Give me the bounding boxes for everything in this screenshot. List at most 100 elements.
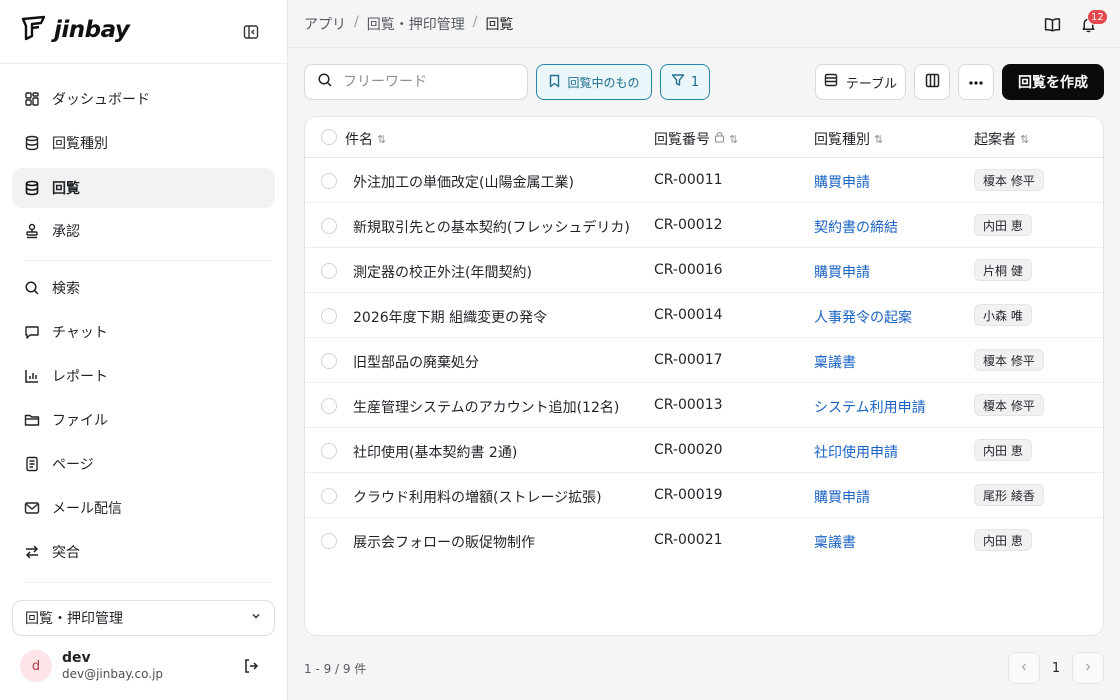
row-type-link[interactable]: 稟議書 bbox=[814, 352, 856, 372]
more-options-button[interactable] bbox=[958, 64, 994, 100]
filter-button[interactable]: 1 bbox=[660, 64, 710, 100]
row-checkbox[interactable] bbox=[321, 218, 337, 234]
sidebar-item-approval[interactable]: 承認 bbox=[12, 211, 275, 251]
breadcrumb-separator: / bbox=[354, 14, 359, 30]
row-title[interactable]: 展示会フォローの販促物制作 bbox=[353, 532, 535, 552]
sidebar-item-circulation-types[interactable]: 回覧種別 bbox=[12, 123, 275, 163]
book-icon[interactable] bbox=[1042, 14, 1062, 34]
lock-icon bbox=[714, 131, 725, 147]
row-title[interactable]: 測定器の校正外注(年間契約) bbox=[353, 262, 532, 282]
user-name: dev bbox=[62, 650, 91, 666]
folder-icon bbox=[24, 412, 40, 428]
row-title[interactable]: 社印使用(基本契約書 2通) bbox=[353, 442, 517, 462]
table-row[interactable]: 測定器の校正外注(年間契約) CR-00016 購買申請 片桐 健 bbox=[305, 248, 1103, 293]
row-type-link[interactable]: 購買申請 bbox=[814, 172, 870, 192]
bookmark-icon bbox=[548, 74, 561, 91]
row-checkbox[interactable] bbox=[321, 173, 337, 189]
table-row[interactable]: 2026年度下期 組織変更の発令 CR-00014 人事発令の起案 小森 唯 bbox=[305, 293, 1103, 338]
table-view-label: テーブル bbox=[845, 76, 898, 92]
notification-bell-icon[interactable]: 12 bbox=[1078, 9, 1108, 34]
row-title[interactable]: 新規取引先との基本契約(フレッシュデリカ) bbox=[353, 217, 630, 237]
row-checkbox[interactable] bbox=[321, 308, 337, 324]
row-checkbox[interactable] bbox=[321, 263, 337, 279]
breadcrumb-item[interactable]: 回覧・押印管理 bbox=[367, 14, 465, 34]
create-circulation-button[interactable]: 回覧を作成 bbox=[1002, 64, 1104, 100]
table-row[interactable]: 外注加工の単価改定(山陽金属工業) CR-00011 購買申請 榎本 修平 bbox=[305, 158, 1103, 203]
search-box[interactable] bbox=[304, 64, 528, 100]
prev-page-button[interactable] bbox=[1008, 652, 1040, 684]
column-header-type[interactable]: 回覧種別 ⇅ bbox=[814, 129, 883, 149]
row-type-link[interactable]: 購買申請 bbox=[814, 262, 870, 282]
workspace-select[interactable]: 回覧・押印管理 bbox=[12, 600, 275, 636]
row-number: CR-00019 bbox=[654, 487, 723, 503]
row-checkbox[interactable] bbox=[321, 353, 337, 369]
chat-icon bbox=[24, 324, 40, 340]
breadcrumb-item[interactable]: アプリ bbox=[304, 14, 346, 34]
database-icon bbox=[24, 135, 40, 151]
column-header-author[interactable]: 起案者 ⇅ bbox=[974, 129, 1029, 149]
sidebar-item-circulation[interactable]: 回覧 bbox=[12, 168, 275, 208]
sort-icon: ⇅ bbox=[1020, 132, 1030, 146]
row-checkbox[interactable] bbox=[321, 533, 337, 549]
columns-button[interactable] bbox=[914, 64, 950, 100]
notification-badge: 12 bbox=[1087, 9, 1108, 25]
workspace-label: 回覧・押印管理 bbox=[25, 611, 123, 627]
chart-icon bbox=[24, 368, 40, 384]
table-row[interactable]: 生産管理システムのアカウント追加(12名) CR-00013 システム利用申請 … bbox=[305, 383, 1103, 428]
table-row[interactable]: クラウド利用料の増額(ストレージ拡張) CR-00019 購買申請 尾形 綾香 bbox=[305, 473, 1103, 518]
row-type-link[interactable]: 契約書の締結 bbox=[814, 217, 898, 237]
sidebar-item-mail[interactable]: メール配信 bbox=[12, 488, 275, 528]
sidebar-item-pages[interactable]: ページ bbox=[12, 444, 275, 484]
row-title[interactable]: クラウド利用料の増額(ストレージ拡張) bbox=[353, 487, 602, 507]
avatar: d bbox=[20, 650, 52, 682]
sidebar-item-dashboard[interactable]: ダッシュボード bbox=[12, 79, 275, 119]
row-type-link[interactable]: 稟議書 bbox=[814, 532, 856, 552]
table-row[interactable]: 旧型部品の廃棄処分 CR-00017 稟議書 榎本 修平 bbox=[305, 338, 1103, 383]
select-all-checkbox[interactable] bbox=[321, 129, 337, 145]
row-number: CR-00013 bbox=[654, 397, 723, 413]
row-number: CR-00016 bbox=[654, 262, 723, 278]
row-title[interactable]: 2026年度下期 組織変更の発令 bbox=[353, 307, 547, 327]
row-checkbox[interactable] bbox=[321, 488, 337, 504]
breadcrumb-separator: / bbox=[472, 14, 478, 30]
table-row[interactable]: 社印使用(基本契約書 2通) CR-00020 社印使用申請 内田 恵 bbox=[305, 428, 1103, 473]
sidebar-item-chat[interactable]: チャット bbox=[12, 312, 275, 352]
row-type-link[interactable]: システム利用申請 bbox=[814, 397, 926, 417]
logout-icon[interactable] bbox=[241, 656, 261, 676]
brand-name: jinbay bbox=[54, 17, 130, 43]
table-row[interactable]: 新規取引先との基本契約(フレッシュデリカ) CR-00012 契約書の締結 内田… bbox=[305, 203, 1103, 248]
sidebar-item-label: ダッシュボード bbox=[52, 92, 150, 108]
sidebar-item-files[interactable]: ファイル bbox=[12, 400, 275, 440]
next-page-button[interactable] bbox=[1072, 652, 1104, 684]
sidebar-item-reconcile[interactable]: 突合 bbox=[12, 532, 275, 572]
row-type-link[interactable]: 購買申請 bbox=[814, 487, 870, 507]
user-profile[interactable]: d dev dev@jinbay.co.jp bbox=[20, 648, 270, 684]
table-row[interactable]: 展示会フォローの販促物制作 CR-00021 稟議書 内田 恵 bbox=[305, 518, 1103, 563]
table-view-button[interactable]: テーブル bbox=[815, 64, 906, 100]
sidebar-item-label: 検索 bbox=[52, 281, 80, 297]
row-title[interactable]: 旧型部品の廃棄処分 bbox=[353, 352, 479, 372]
search-icon bbox=[24, 280, 40, 296]
row-title[interactable]: 外注加工の単価改定(山陽金属工業) bbox=[353, 172, 574, 192]
author-chip: 内田 恵 bbox=[974, 439, 1032, 461]
column-header-title[interactable]: 件名 ⇅ bbox=[345, 129, 386, 149]
brand-logo[interactable]: jinbay bbox=[20, 14, 130, 46]
page-number-button[interactable]: 1 bbox=[1040, 652, 1072, 684]
sidebar-item-label: チャット bbox=[52, 325, 108, 341]
row-checkbox[interactable] bbox=[321, 443, 337, 459]
sort-icon: ⇅ bbox=[377, 132, 387, 146]
column-header-number[interactable]: 回覧番号 ⇅ bbox=[654, 129, 738, 149]
chevron-down-icon bbox=[250, 610, 262, 626]
sidebar-item-report[interactable]: レポート bbox=[12, 356, 275, 396]
saved-filter-button[interactable]: 回覧中のもの bbox=[536, 64, 652, 100]
column-header-label: 回覧番号 bbox=[654, 132, 710, 148]
row-type-link[interactable]: 社印使用申請 bbox=[814, 442, 898, 462]
sidebar-collapse-icon[interactable] bbox=[240, 21, 262, 43]
row-type-link[interactable]: 人事発令の起案 bbox=[814, 307, 912, 327]
row-checkbox[interactable] bbox=[321, 398, 337, 414]
breadcrumb: アプリ / 回覧・押印管理 / 回覧 bbox=[304, 14, 513, 34]
row-title[interactable]: 生産管理システムのアカウント追加(12名) bbox=[353, 397, 619, 417]
search-input[interactable] bbox=[343, 74, 513, 90]
table-header: 件名 ⇅ 回覧番号 ⇅ 回覧種別 ⇅ 起案者 ⇅ bbox=[305, 117, 1103, 158]
sidebar-item-search[interactable]: 検索 bbox=[12, 268, 275, 308]
